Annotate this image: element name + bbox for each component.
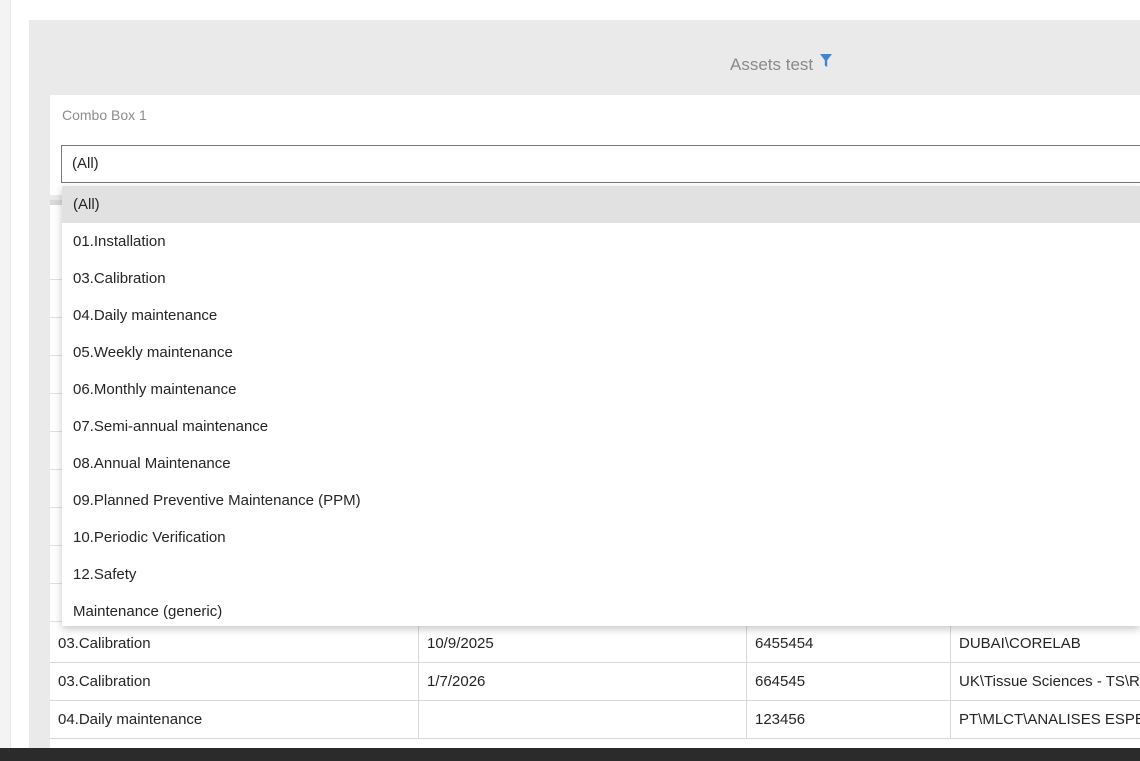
visual-title: Assets test	[730, 55, 814, 74]
table-row[interactable]: 04.Daily maintenance 123456 PT\MLCT\ANAL…	[50, 701, 1140, 739]
slicer-card: Combo Box 1 (All)	[50, 95, 1140, 195]
dropdown-option-periodic-verification[interactable]: 10.Periodic Verification	[62, 519, 1140, 556]
cell-type: 03.Calibration	[50, 625, 419, 663]
cell-date	[419, 701, 747, 739]
cell-type: 04.Daily maintenance	[50, 701, 419, 739]
dropdown-option-maintenance-generic[interactable]: Maintenance (generic)	[62, 593, 1140, 626]
cell-type: 03.Calibration	[50, 663, 419, 701]
taskbar	[0, 748, 1140, 761]
combo-box-field[interactable]: (All)	[61, 145, 1140, 183]
slicer-title: Combo Box 1	[62, 107, 147, 123]
table-row[interactable]: 03.Calibration 10/9/2025 6455454 DUBAI\C…	[50, 625, 1140, 663]
combo-box-dropdown[interactable]: (All) 01.Installation 03.Calibration 04.…	[62, 186, 1140, 626]
dropdown-option-annual-maintenance[interactable]: 08.Annual Maintenance	[62, 445, 1140, 482]
dropdown-option-calibration[interactable]: 03.Calibration	[62, 260, 1140, 297]
visual-header: Assets test	[730, 53, 833, 75]
cell-id: 6455454	[747, 625, 951, 663]
cell-date: 1/7/2026	[419, 663, 747, 701]
cell-id: 123456	[747, 701, 951, 739]
dropdown-option-weekly-maintenance[interactable]: 05.Weekly maintenance	[62, 334, 1140, 371]
left-rail	[0, 0, 11, 748]
filter-icon[interactable]	[819, 53, 833, 69]
dropdown-option-semi-annual-maintenance[interactable]: 07.Semi-annual maintenance	[62, 408, 1140, 445]
cell-location: UK\Tissue Sciences - TS\Re	[959, 673, 1140, 690]
dropdown-option-safety[interactable]: 12.Safety	[62, 556, 1140, 593]
cell-id: 664545	[747, 663, 951, 701]
cell-location: PT\MLCT\ANALISES ESPEC	[959, 711, 1140, 728]
dropdown-option-ppm[interactable]: 09.Planned Preventive Maintenance (PPM)	[62, 482, 1140, 519]
dropdown-option-all[interactable]: (All)	[62, 186, 1140, 223]
cell-location: DUBAI\CORELAB	[959, 635, 1081, 652]
cell-date: 10/9/2025	[419, 625, 747, 663]
dropdown-option-daily-maintenance[interactable]: 04.Daily maintenance	[62, 297, 1140, 334]
dropdown-option-monthly-maintenance[interactable]: 06.Monthly maintenance	[62, 371, 1140, 408]
dropdown-option-installation[interactable]: 01.Installation	[62, 223, 1140, 260]
table-row[interactable]: 03.Calibration 1/7/2026 664545 UK\Tissue…	[50, 663, 1140, 701]
